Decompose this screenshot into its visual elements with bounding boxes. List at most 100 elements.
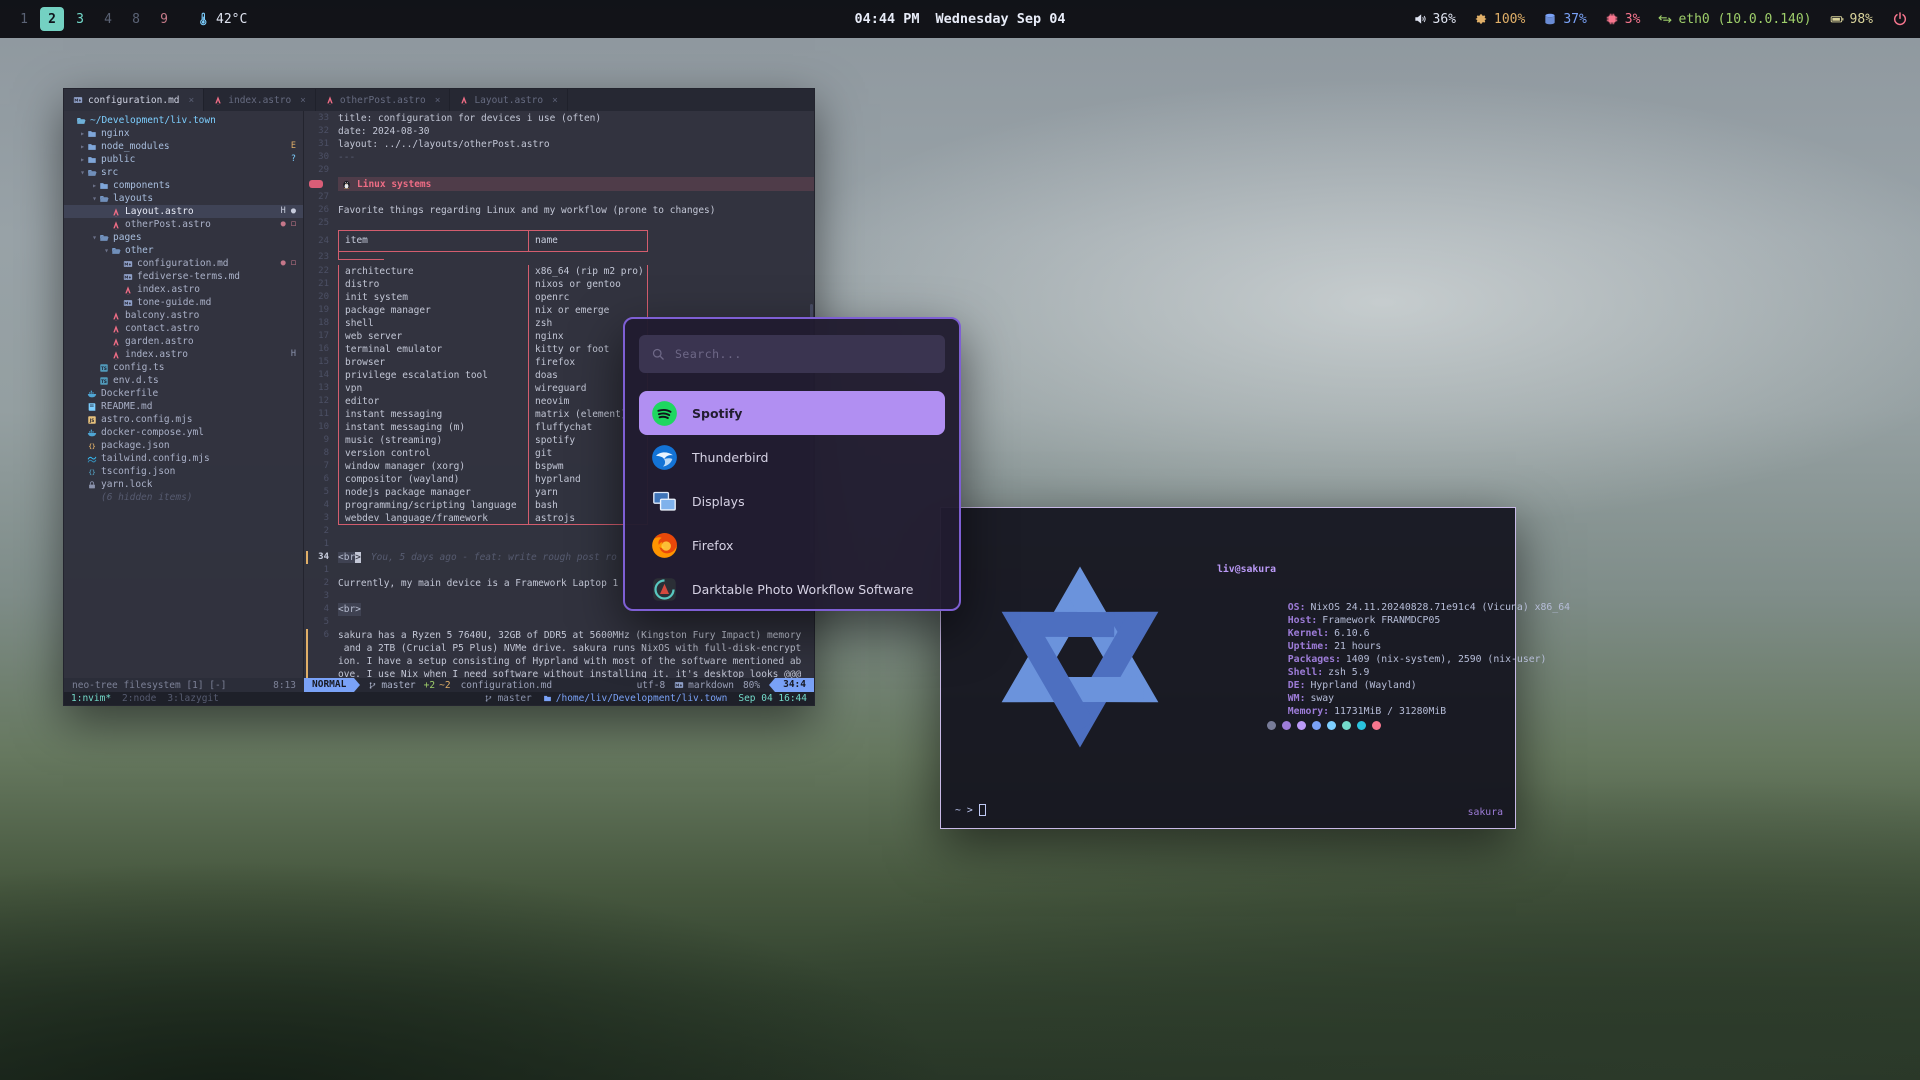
tree-item-badge: H xyxy=(291,348,296,361)
tree-item[interactable]: tone-guide.md xyxy=(64,296,303,309)
tmux-window[interactable]: 2:node xyxy=(122,693,156,704)
editor-tab[interactable]: otherPost.astro × xyxy=(316,89,451,111)
shell-prompt[interactable]: ~ > xyxy=(955,804,986,816)
tree-item[interactable]: index.astro H xyxy=(64,348,303,361)
launcher-item[interactable]: Displays xyxy=(639,479,945,523)
network-module[interactable]: eth0 (10.0.0.140) xyxy=(1658,12,1811,27)
tree-item[interactable]: config.ts xyxy=(64,361,303,374)
launcher-results: Spotify Thunderbird Displays Firefox xyxy=(639,391,945,611)
tree-item-label: tone-guide.md xyxy=(137,296,211,309)
workspace-button[interactable]: 2 xyxy=(40,7,64,31)
tree-item[interactable]: ▾ src xyxy=(64,166,303,179)
tab-close-icon[interactable]: × xyxy=(300,95,306,106)
tree-item[interactable]: tsconfig.json xyxy=(64,465,303,478)
tree-indent xyxy=(64,133,78,134)
file-icon xyxy=(87,129,97,139)
tree-item[interactable]: (6 hidden items) xyxy=(64,491,303,504)
buffer-line: 31 layout: ../../layouts/otherPost.astro xyxy=(304,138,814,151)
tmux-window[interactable]: 3:lazygit xyxy=(167,693,218,704)
tree-item[interactable]: garden.astro xyxy=(64,335,303,348)
tab-close-icon[interactable]: × xyxy=(435,95,441,106)
tree-item[interactable]: ▾ pages xyxy=(64,231,303,244)
tree-item[interactable]: otherPost.astro ● ◻ xyxy=(64,218,303,231)
tree-item[interactable]: env.d.ts xyxy=(64,374,303,387)
launcher-item[interactable]: Darktable Photo Workflow Software xyxy=(639,567,945,611)
tree-item[interactable]: package.json xyxy=(64,439,303,452)
file-icon xyxy=(87,480,97,490)
tree-item[interactable]: tailwind.config.mjs xyxy=(64,452,303,465)
brightness-module[interactable]: 100% xyxy=(1474,12,1525,27)
tree-item[interactable]: docker-compose.yml xyxy=(64,426,303,439)
tree-item[interactable]: yarn.lock xyxy=(64,478,303,491)
tree-item[interactable]: ~/Development/liv.town xyxy=(64,114,303,127)
file-icon xyxy=(87,402,97,412)
tree-item[interactable]: ▸ public ? xyxy=(64,153,303,166)
tmux-cwd: /home/liv/Development/liv.town xyxy=(543,693,728,704)
tab-close-icon[interactable]: × xyxy=(552,95,558,106)
folder-chevron-icon: ▾ xyxy=(90,192,99,205)
tree-indent xyxy=(64,445,78,446)
editor-tab[interactable]: index.astro × xyxy=(204,89,316,111)
tree-indent xyxy=(64,302,114,303)
tree-item[interactable]: ▸ nginx xyxy=(64,127,303,140)
folder-chevron-icon: ▸ xyxy=(78,140,87,153)
workspace-button[interactable]: 1 xyxy=(12,7,36,31)
editor-tab[interactable]: Layout.astro × xyxy=(450,89,567,111)
launcher-item-label: Darktable Photo Workflow Software xyxy=(692,582,913,597)
tree-item[interactable]: ▾ layouts xyxy=(64,192,303,205)
tree-indent xyxy=(64,263,114,264)
filetype-icon xyxy=(325,95,335,105)
tree-item[interactable]: Dockerfile xyxy=(64,387,303,400)
tree-item[interactable]: ▸ node_modules E xyxy=(64,140,303,153)
tab-close-icon[interactable]: × xyxy=(189,95,195,106)
app-launcher[interactable]: Spotify Thunderbird Displays Firefox xyxy=(623,317,961,611)
power-button[interactable] xyxy=(1891,11,1908,28)
workspace-button[interactable]: 9 xyxy=(152,7,176,31)
tree-indent xyxy=(64,484,78,485)
table-header-name: name xyxy=(528,230,648,252)
launcher-search[interactable] xyxy=(639,335,945,373)
file-icon xyxy=(87,493,97,503)
workspace-button[interactable]: 4 xyxy=(96,7,120,31)
tree-item-label: (6 hidden items) xyxy=(101,491,193,504)
terminal-window[interactable]: liv@sakura OS:NixOS 24.11.20240828.71e91… xyxy=(940,507,1516,829)
tree-item[interactable]: README.md xyxy=(64,400,303,413)
launcher-item[interactable]: Spotify xyxy=(639,391,945,435)
launcher-item[interactable]: Firefox xyxy=(639,523,945,567)
tmux-window[interactable]: 1:nvim* xyxy=(71,693,111,704)
line-number: 26 xyxy=(304,204,338,217)
volume-module[interactable]: 36% xyxy=(1413,12,1456,27)
tree-item[interactable]: fediverse-terms.md xyxy=(64,270,303,283)
workspace-button[interactable]: 8 xyxy=(124,7,148,31)
line-number: 31 xyxy=(304,138,338,151)
line-number: 3 xyxy=(304,512,338,525)
buffer-line: 5 xyxy=(304,616,814,629)
line-number: 16 xyxy=(304,343,338,356)
brightness-value: 100% xyxy=(1494,12,1525,27)
tree-item[interactable]: ▸ components xyxy=(64,179,303,192)
launcher-item[interactable]: Thunderbird xyxy=(639,435,945,479)
filetype-icon xyxy=(459,95,469,105)
tree-item[interactable]: Layout.astro H ● xyxy=(64,205,303,218)
scroll-percent: 80% xyxy=(743,680,760,691)
tree-item[interactable]: contact.astro xyxy=(64,322,303,335)
tree-item[interactable]: balcony.astro xyxy=(64,309,303,322)
file-icon xyxy=(87,142,97,152)
filetype-icon xyxy=(73,95,83,105)
palette-dot xyxy=(1327,721,1336,730)
tree-item[interactable]: ▾ other xyxy=(64,244,303,257)
tree-item-label: components xyxy=(113,179,170,192)
desktop: 1 2 3 4 8 9 42°C 04:44 PM Wednesday Sep … xyxy=(0,0,1920,1080)
editor-tab[interactable]: configuration.md × xyxy=(64,89,204,111)
tree-item[interactable]: configuration.md ● ◻ xyxy=(64,257,303,270)
git-changed-count: ~2 xyxy=(439,680,450,691)
search-input[interactable] xyxy=(675,347,933,361)
file-icon xyxy=(87,428,97,438)
tree-item[interactable]: astro.config.mjs xyxy=(64,413,303,426)
temperature-value: 42°C xyxy=(216,12,247,27)
tree-item[interactable]: index.astro xyxy=(64,283,303,296)
line-number xyxy=(304,655,338,668)
file-icon xyxy=(123,259,133,269)
tree-indent xyxy=(64,146,78,147)
workspace-button[interactable]: 3 xyxy=(68,7,92,31)
